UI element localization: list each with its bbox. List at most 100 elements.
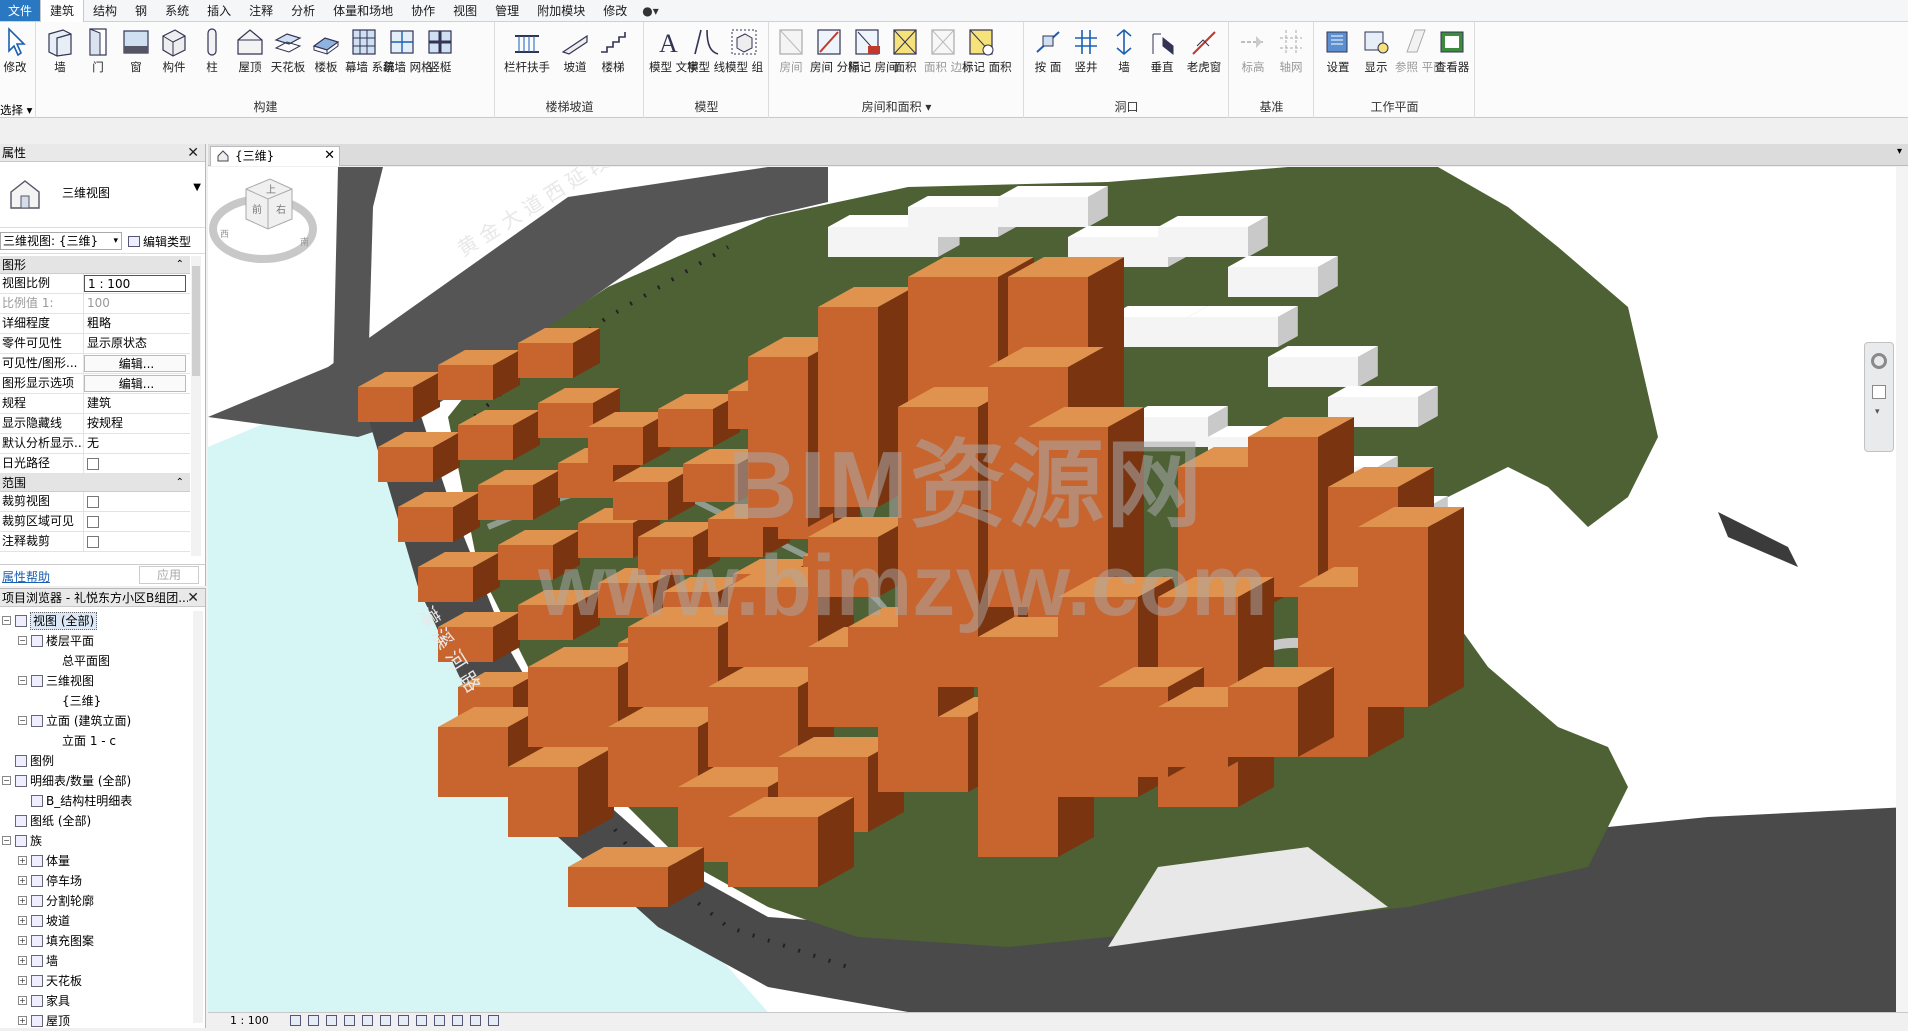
browser-tree-node[interactable]: + 屋顶 xyxy=(0,1011,192,1031)
select-dropdown[interactable]: 选择 ▾ xyxy=(0,102,32,118)
apply-button[interactable]: 应用 xyxy=(139,566,199,584)
type-selector[interactable]: 三维视图 ▼ xyxy=(0,162,205,228)
ramp-button[interactable]: 坡道 xyxy=(556,24,594,104)
expand-icon[interactable]: + xyxy=(18,896,27,905)
view-tab-3d[interactable]: {三维} ✕ xyxy=(210,146,340,166)
properties-scrollbar[interactable] xyxy=(191,256,201,556)
menu-architecture[interactable]: 建筑 xyxy=(40,0,85,23)
browser-tree-node[interactable]: + 填充图案 xyxy=(0,931,192,951)
ceiling-button[interactable]: 天花板 xyxy=(269,24,307,104)
browser-tree-node[interactable]: B_结构柱明细表 xyxy=(0,791,192,811)
menu-collaborate[interactable]: 协作 xyxy=(402,0,444,21)
menu-steel[interactable]: 钢 xyxy=(126,0,156,21)
browser-tree-node[interactable]: − 三维视图 xyxy=(0,671,192,691)
menu-modify[interactable]: 修改 xyxy=(594,0,636,21)
view-scale-input[interactable]: 1 : 100 xyxy=(84,275,186,292)
expand-icon[interactable]: + xyxy=(18,936,27,945)
browser-tree-node[interactable]: 立面 1 - c xyxy=(0,731,192,751)
browser-tree-node[interactable]: + 分割轮廓 xyxy=(0,891,192,911)
room-separator-button[interactable]: 房间 分隔 xyxy=(810,24,860,104)
column-button[interactable]: 柱 xyxy=(193,24,231,104)
model-text-button[interactable]: A 模型 文字 xyxy=(649,24,699,104)
browser-tree-node[interactable]: − 立面 (建筑立面) xyxy=(0,711,192,731)
analysis-display-select[interactable]: 无 xyxy=(84,434,190,453)
detail-level-icon[interactable] xyxy=(290,1015,301,1026)
worksharing-icon[interactable] xyxy=(470,1015,481,1026)
window-button[interactable]: 窗 xyxy=(117,24,155,104)
viewer-button[interactable]: 查看器 xyxy=(1433,24,1471,104)
sun-path-checkbox[interactable] xyxy=(87,458,99,470)
browser-tree-node[interactable]: {三维} xyxy=(0,691,192,711)
modify-button[interactable]: 修改 xyxy=(0,24,30,104)
lock-view-icon[interactable] xyxy=(416,1015,427,1026)
edit-type-button[interactable]: 编辑类型 xyxy=(128,233,191,250)
menu-addins[interactable]: 附加模块 xyxy=(528,0,594,21)
menu-manage[interactable]: 管理 xyxy=(486,0,528,21)
wall-button[interactable]: 墙 xyxy=(41,24,79,104)
viewcube-top-label[interactable]: 上 xyxy=(266,184,276,196)
view-canvas-3d[interactable]: 黄 金 大 道 西 延 段 濛 溪 河 路 BIM资源网 www.bimzyw.… xyxy=(208,167,1908,1012)
browser-close-icon[interactable]: ✕ xyxy=(187,589,199,607)
expand-icon[interactable]: + xyxy=(18,996,27,1005)
visual-style-icon[interactable] xyxy=(308,1015,319,1026)
expand-icon[interactable]: + xyxy=(18,956,27,965)
collapse-icon[interactable]: − xyxy=(18,676,27,685)
curtain-system-button[interactable]: 幕墙 系统 xyxy=(345,24,395,104)
collapse-icon[interactable]: − xyxy=(18,716,27,725)
reveal-hidden-icon[interactable] xyxy=(452,1015,463,1026)
set-workplane-button[interactable]: 设置 xyxy=(1319,24,1357,104)
browser-tree-node[interactable]: 图纸 (全部) xyxy=(0,811,192,831)
tag-room-button[interactable]: 标记 房间 xyxy=(848,24,898,104)
area-boundary-button[interactable]: 面积 边界 xyxy=(924,24,974,104)
dormer-button[interactable]: 老虎窗 xyxy=(1185,24,1223,104)
vertical-opening-button[interactable]: 垂直 xyxy=(1143,24,1181,104)
annotation-crop-checkbox[interactable] xyxy=(87,536,99,548)
collapse-icon[interactable]: − xyxy=(2,616,11,625)
zoom-icon[interactable] xyxy=(1872,385,1886,399)
chevron-down-icon[interactable]: ▼ xyxy=(193,182,201,193)
detail-level-select[interactable]: 粗略 xyxy=(84,314,190,333)
discipline-select[interactable]: 建筑 xyxy=(84,394,190,413)
section-extents[interactable]: 范围 ⌃ xyxy=(0,474,190,492)
tag-area-button[interactable]: 标记 面积 xyxy=(962,24,1012,104)
menu-context-toggle[interactable]: ●▾ xyxy=(636,0,665,21)
ref-plane-button[interactable]: 参照 平面 xyxy=(1395,24,1445,104)
browser-tree-node[interactable]: − 族 xyxy=(0,831,192,851)
model-line-button[interactable]: 模型 线 xyxy=(687,24,725,104)
browser-tree-node[interactable]: 图例 xyxy=(0,751,192,771)
crop-region-visible-checkbox[interactable] xyxy=(87,516,99,528)
browser-tree-node[interactable]: + 停车场 xyxy=(0,871,192,891)
render-icon[interactable] xyxy=(362,1015,373,1026)
vg-edit-button[interactable]: 编辑... xyxy=(84,355,186,372)
room-button[interactable]: 房间 xyxy=(772,24,810,104)
by-face-button[interactable]: 按 面 xyxy=(1029,24,1067,104)
expand-icon[interactable]: + xyxy=(18,856,27,865)
wall-opening-button[interactable]: 墙 xyxy=(1105,24,1143,104)
door-button[interactable]: 门 xyxy=(79,24,117,104)
section-graphics[interactable]: 图形 ⌃ xyxy=(0,256,190,274)
graphic-display-edit-button[interactable]: 编辑... xyxy=(84,375,186,392)
view-instance-dropdown[interactable]: 三维视图: {三维} ▾ xyxy=(0,232,122,250)
room-area-group-title[interactable]: 房间和面积 ▾ xyxy=(770,98,1023,115)
menu-systems[interactable]: 系统 xyxy=(156,0,198,21)
browser-tree-node[interactable]: − 视图 (全部) xyxy=(0,611,192,631)
roof-button[interactable]: 屋顶 xyxy=(231,24,269,104)
view-scale-button[interactable]: 1 : 100 xyxy=(230,1013,269,1028)
scrollbar-thumb[interactable] xyxy=(192,266,200,376)
expand-icon[interactable]: + xyxy=(18,976,27,985)
component-button[interactable]: 构件 xyxy=(155,24,193,104)
expand-icon[interactable]: + xyxy=(18,916,27,925)
menu-file[interactable]: 文件 xyxy=(0,0,41,21)
crop-view-icon[interactable] xyxy=(380,1015,391,1026)
railing-button[interactable]: 栏杆扶手 xyxy=(504,24,550,104)
shadows-icon[interactable] xyxy=(344,1015,355,1026)
show-crop-icon[interactable] xyxy=(398,1015,409,1026)
menu-insert[interactable]: 插入 xyxy=(198,0,240,21)
menu-structure[interactable]: 结构 xyxy=(84,0,126,21)
level-button[interactable]: 标高 xyxy=(1234,24,1272,104)
browser-tree-node[interactable]: + 坡道 xyxy=(0,911,192,931)
menu-annotate[interactable]: 注释 xyxy=(240,0,282,21)
properties-close-icon[interactable]: ✕ xyxy=(187,144,199,162)
temporary-hide-icon[interactable] xyxy=(434,1015,445,1026)
show-workplane-button[interactable]: 显示 xyxy=(1357,24,1395,104)
